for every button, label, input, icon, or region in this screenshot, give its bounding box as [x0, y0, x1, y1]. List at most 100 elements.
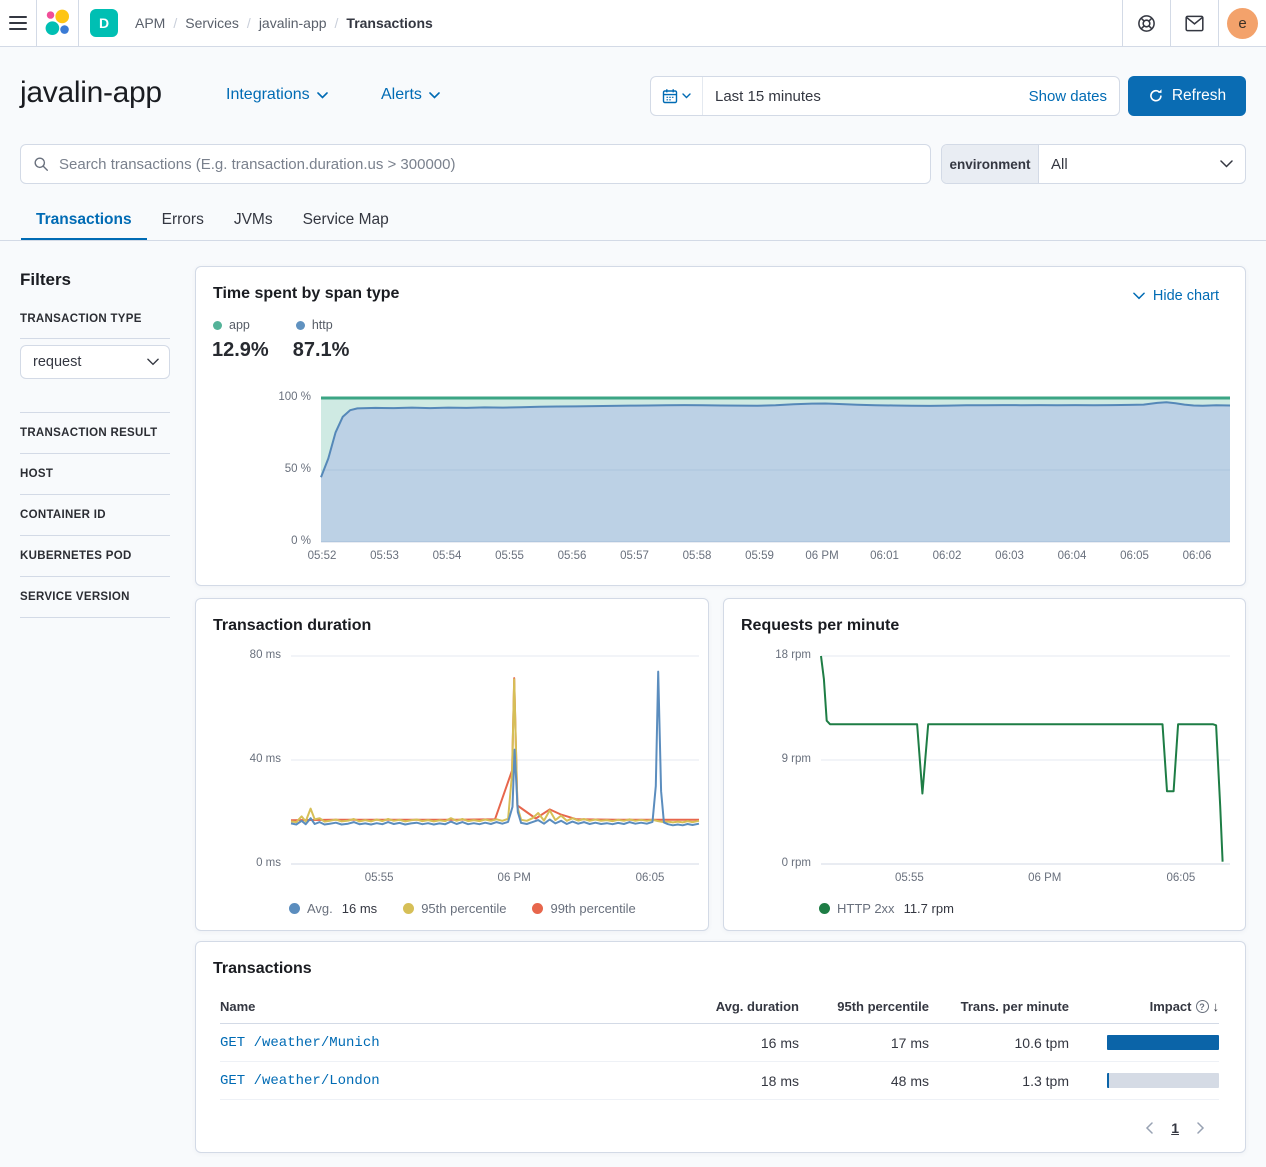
legend-item-http-2xx[interactable]: HTTP 2xx 11.7 rpm: [819, 901, 954, 916]
divider: [20, 338, 170, 339]
column-header-avg-duration[interactable]: Avg. duration: [689, 999, 799, 1014]
time-spent-by-span-type-plot[interactable]: [321, 398, 1230, 542]
filter-kubernetes-pod-label[interactable]: KUBERNETES POD: [20, 550, 132, 562]
impact-bar: [1107, 1073, 1109, 1088]
impact-header-label: Impact: [1150, 999, 1192, 1014]
x-axis-tick-label: 06:02: [912, 550, 982, 562]
x-axis-tick-label: 05:53: [350, 550, 420, 562]
column-header-name[interactable]: Name: [220, 999, 689, 1014]
breadcrumb-apm[interactable]: APM: [135, 15, 165, 31]
requests-per-minute-plot[interactable]: [821, 656, 1230, 864]
environment-dropdown-toggle[interactable]: [1220, 160, 1245, 168]
transaction-link[interactable]: GET /weather/London: [220, 1073, 689, 1089]
space-selector[interactable]: D: [79, 0, 129, 46]
service-tabs: Transactions Errors JVMs Service Map: [21, 200, 404, 240]
space-badge[interactable]: D: [90, 9, 118, 37]
legend-item-avg[interactable]: Avg. 16 ms: [289, 901, 377, 916]
breadcrumb-service-name[interactable]: javalin-app: [259, 15, 327, 31]
legend-dot: [289, 903, 300, 914]
x-axis-tick-label: 06 PM: [787, 550, 857, 562]
y-axis-tick-label: 9 rpm: [751, 753, 811, 765]
previous-page-button[interactable]: [1145, 1122, 1153, 1134]
series-99th percentile-line: [291, 678, 699, 820]
filter-transaction-result-label[interactable]: TRANSACTION RESULT: [20, 427, 157, 439]
help-menu-button[interactable]: [1122, 0, 1170, 46]
integrations-menu[interactable]: Integrations: [226, 86, 328, 104]
chevron-down-icon: [429, 92, 440, 99]
legend-label: HTTP 2xx: [837, 901, 895, 916]
x-axis-tick-label: 05:54: [412, 550, 482, 562]
legend-item-95th[interactable]: 95th percentile: [403, 901, 506, 916]
x-axis-tick-label: 06:04: [1037, 550, 1107, 562]
column-header-tpm[interactable]: Trans. per minute: [929, 999, 1069, 1014]
x-axis-tick-label: 05:52: [287, 550, 357, 562]
transaction-duration-plot[interactable]: [291, 656, 699, 864]
transaction-link[interactable]: GET /weather/Munich: [220, 1035, 689, 1051]
filters-title: Filters: [20, 270, 71, 290]
impact-cell: [1069, 1035, 1219, 1050]
table-row: GET /weather/Munich 16 ms 17 ms 10.6 tpm: [220, 1024, 1219, 1062]
user-menu-button[interactable]: e: [1218, 0, 1266, 46]
column-header-impact[interactable]: Impact ? ↓: [1069, 999, 1219, 1014]
breadcrumb-separator: /: [247, 15, 251, 31]
top-navigation-bar: D APM / Services / javalin-app / Transac…: [0, 0, 1266, 47]
tab-transactions[interactable]: Transactions: [21, 200, 147, 240]
avg-duration-value: 18 ms: [689, 1073, 799, 1089]
impact-cell: [1069, 1073, 1219, 1088]
breadcrumb-services[interactable]: Services: [185, 15, 239, 31]
next-page-button[interactable]: [1197, 1122, 1205, 1134]
environment-value[interactable]: All: [1039, 156, 1220, 173]
tab-service-map[interactable]: Service Map: [288, 200, 404, 240]
p95-value: 17 ms: [799, 1035, 929, 1051]
impact-bar-track: [1107, 1035, 1219, 1050]
newsfeed-button[interactable]: [1170, 0, 1218, 46]
hamburger-menu-button[interactable]: [0, 0, 37, 46]
impact-help-icon[interactable]: ?: [1196, 1000, 1209, 1013]
pagination: 1: [1145, 1120, 1205, 1136]
requests-per-minute-chart[interactable]: 0 rpm9 rpm18 rpm05:5506 PM06:05: [724, 599, 1245, 930]
time-range-value[interactable]: Last 15 minutes: [703, 88, 1029, 105]
page-number[interactable]: 1: [1171, 1120, 1179, 1136]
filter-service-version-label[interactable]: SERVICE VERSION: [20, 591, 130, 603]
elastic-logo[interactable]: [37, 0, 79, 46]
legend-dot: [532, 903, 543, 914]
p95-value: 48 ms: [799, 1073, 929, 1089]
legend-value: 16 ms: [342, 901, 377, 916]
x-axis-tick-label: 06:06: [1162, 550, 1232, 562]
chevron-down-icon: [147, 358, 159, 366]
time-spent-by-span-type-card: Time spent by span type Hide chart app h…: [195, 266, 1246, 586]
y-axis-tick-label: 18 rpm: [751, 649, 811, 661]
legend-label: Avg.: [307, 901, 333, 916]
transaction-type-select[interactable]: request: [20, 345, 170, 379]
chevron-down-icon: [1220, 160, 1233, 168]
sort-descending-icon[interactable]: ↓: [1213, 999, 1220, 1014]
x-axis-tick-label: 06 PM: [1010, 872, 1080, 884]
divider: [20, 494, 170, 495]
x-axis-tick-label: 06:05: [615, 872, 685, 884]
filter-container-id-label[interactable]: CONTAINER ID: [20, 509, 106, 521]
tab-errors[interactable]: Errors: [147, 200, 219, 240]
show-dates-link[interactable]: Show dates: [1029, 88, 1119, 105]
requests-per-minute-card: Requests per minute 0 rpm9 rpm18 rpm05:5…: [723, 598, 1246, 931]
filter-host-label[interactable]: HOST: [20, 468, 53, 480]
refresh-label: Refresh: [1172, 87, 1226, 105]
alerts-menu[interactable]: Alerts: [381, 86, 440, 104]
x-axis-tick-label: 06 PM: [479, 872, 549, 884]
column-header-95th-percentile[interactable]: 95th percentile: [799, 999, 929, 1014]
quick-select-button[interactable]: [651, 77, 703, 115]
alerts-label: Alerts: [381, 86, 422, 104]
tab-jvms[interactable]: JVMs: [219, 200, 288, 240]
transaction-duration-chart[interactable]: 0 ms40 ms80 ms05:5506 PM06:05: [196, 599, 708, 930]
legend-dot: [403, 903, 414, 914]
search-input[interactable]: [59, 156, 918, 173]
span-type-chart[interactable]: 0 %50 %100 %05:5205:5305:5405:5505:5605:…: [196, 267, 1245, 585]
x-axis-tick-label: 06:05: [1146, 872, 1216, 884]
rpm-chart-legend: HTTP 2xx 11.7 rpm: [819, 901, 954, 916]
legend-item-99th[interactable]: 99th percentile: [532, 901, 635, 916]
breadcrumb-transactions: Transactions: [346, 15, 432, 31]
chevron-down-icon: [682, 93, 691, 99]
impact-bar-track: [1107, 1073, 1219, 1088]
hamburger-icon: [9, 15, 27, 31]
calendar-icon: [662, 88, 678, 104]
refresh-button[interactable]: Refresh: [1128, 76, 1246, 116]
